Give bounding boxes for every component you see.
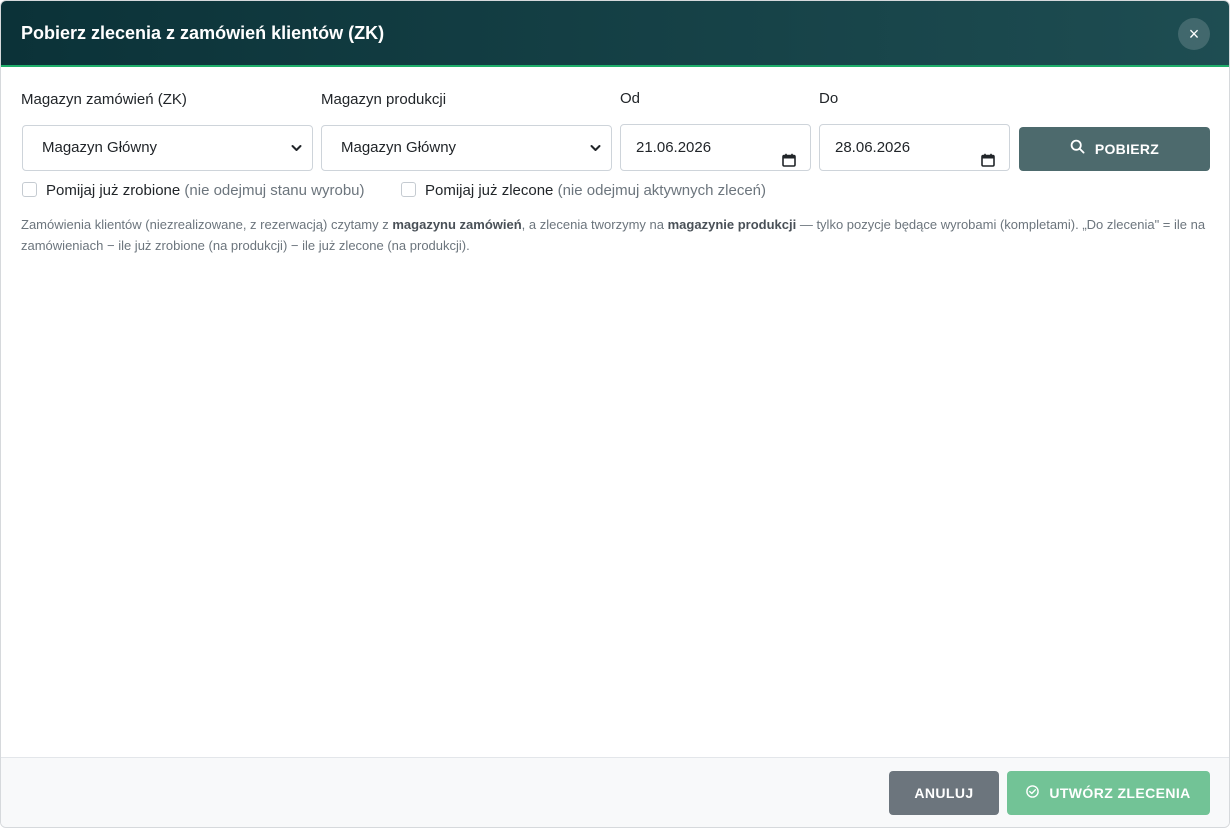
info-part-1: Zamówienia klientów (niezrealizowane, z … (21, 217, 393, 232)
from-date-input[interactable]: 21.06.2026 (620, 124, 811, 171)
skip-done-checkbox[interactable] (22, 182, 37, 198)
order-warehouse-label: Magazyn zamówień (ZK) (21, 91, 187, 108)
fetch-button-label: POBIERZ (1094, 141, 1160, 157)
to-date-value: 28.06.2026 (835, 139, 911, 156)
modal-title: Pobierz zlecenia z zamówień klientów (ZK… (21, 23, 385, 43)
cancel-button-label: ANULUJ (914, 785, 974, 801)
modal-header: Pobierz zlecenia z zamówień klientów (ZK… (1, 1, 1229, 67)
info-part-2: , a zlecenia tworzymy na (521, 217, 668, 232)
fetch-button[interactable]: POBIERZ (1019, 127, 1210, 171)
skip-ordered-option[interactable]: Pomijaj już zlecone (nie odejmuj aktywny… (401, 182, 766, 199)
info-text: Zamówienia klientów (niezrealizowane, z … (21, 214, 1211, 256)
chevron-down-icon (590, 126, 601, 188)
close-button[interactable]: × (1178, 18, 1210, 50)
info-bold-production-warehouse: magazynie produkcji (667, 217, 797, 232)
to-date-label: Do (819, 90, 839, 107)
modal-dialog: Pobierz zlecenia z zamówień klientów (ZK… (0, 0, 1230, 828)
from-date-value: 21.06.2026 (636, 139, 712, 156)
production-warehouse-select[interactable]: Magazyn Główny (321, 125, 612, 171)
skip-ordered-hint: (nie odejmuj aktywnych zleceń) (557, 182, 767, 199)
skip-ordered-checkbox[interactable] (401, 182, 416, 198)
from-date-label: Od (620, 90, 641, 107)
check-circle-icon (1026, 771, 1040, 815)
order-warehouse-select[interactable]: Magazyn Główny (22, 125, 313, 171)
skip-done-hint: (nie odejmuj stanu wyrobu) (184, 182, 365, 199)
skip-done-option[interactable]: Pomijaj już zrobione (nie odejmuj stanu … (22, 182, 365, 199)
production-warehouse-label: Magazyn produkcji (321, 91, 447, 108)
create-orders-button[interactable]: UTWÓRZ ZLECENIA (1007, 771, 1210, 815)
info-bold-order-warehouse: magazynu zamówień (392, 217, 522, 232)
production-warehouse-value: Magazyn Główny (341, 139, 457, 156)
order-warehouse-value: Magazyn Główny (42, 139, 158, 156)
skip-ordered-label: Pomijaj już zlecone (425, 182, 554, 199)
skip-done-label: Pomijaj już zrobione (46, 182, 181, 199)
search-icon (1070, 127, 1085, 171)
create-orders-label: UTWÓRZ ZLECENIA (1049, 785, 1191, 801)
cancel-button[interactable]: ANULUJ (889, 771, 999, 815)
to-date-input[interactable]: 28.06.2026 (819, 124, 1010, 171)
close-icon: × (1188, 24, 1200, 44)
calendar-icon[interactable] (981, 140, 995, 167)
calendar-icon[interactable] (782, 140, 796, 167)
chevron-down-icon (291, 126, 302, 188)
